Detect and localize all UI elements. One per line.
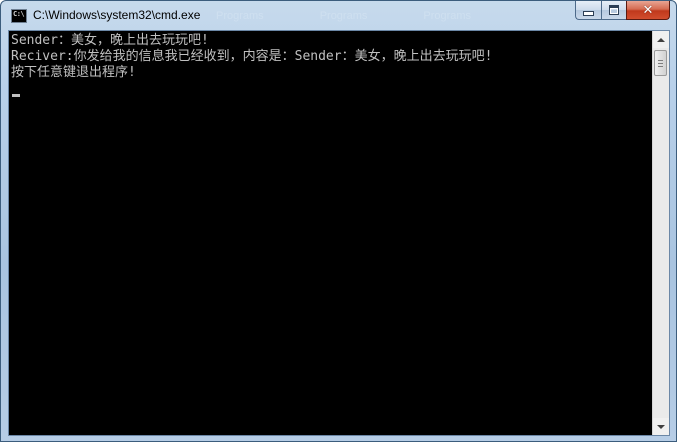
grip-line	[658, 60, 663, 61]
scroll-up-button[interactable]	[653, 31, 669, 48]
arrow-up-icon	[657, 37, 665, 42]
app-icon-prompt: C:\	[13, 10, 25, 18]
cmd-window: C:\ C:\Windows\system32\cmd.exe Programs…	[0, 0, 677, 442]
console-line-3: 按下任意键退出程序!	[11, 65, 136, 81]
background-window-ghost-text: Programs Programs Programs	[216, 10, 527, 22]
ghost-tab-1: Programs	[216, 10, 264, 22]
console-line-1: Sender：美女，晚上出去玩玩吧!	[11, 33, 209, 49]
ghost-tab-2: Programs	[319, 10, 368, 22]
title-bar[interactable]: C:\ C:\Windows\system32\cmd.exe Programs…	[1, 1, 676, 31]
text-cursor	[12, 94, 20, 97]
scrollbar-thumb[interactable]	[654, 50, 667, 76]
close-button[interactable]: ✕	[626, 1, 670, 20]
maximize-button[interactable]	[601, 1, 626, 20]
maximize-icon	[609, 5, 619, 15]
console-client-area[interactable]: Sender：美女，晚上出去玩玩吧! Reciver:你发给我的信息我已经收到，…	[8, 30, 670, 436]
grip-line	[658, 63, 663, 64]
console-output[interactable]: Sender：美女，晚上出去玩玩吧! Reciver:你发给我的信息我已经收到，…	[10, 32, 651, 434]
minimize-button[interactable]	[575, 1, 601, 20]
console-line-3-text: 按下任意键退出程序!	[11, 65, 136, 80]
minimize-icon	[583, 10, 594, 16]
console-line-2-text: Reciver:你发给我的信息我已经收到，内容是：Sender：美女，晚上出去玩…	[11, 49, 493, 64]
caption-buttons: ✕	[575, 1, 670, 21]
arrow-down-icon	[657, 424, 665, 429]
cmd-app-icon[interactable]: C:\	[11, 9, 27, 23]
vertical-scrollbar[interactable]	[652, 31, 669, 435]
scroll-down-button[interactable]	[653, 418, 669, 435]
console-line-2: Reciver:你发给我的信息我已经收到，内容是：Sender：美女，晚上出去玩…	[11, 49, 492, 65]
ghost-tab-3: Programs	[423, 10, 472, 22]
console-line-1-text: Sender：美女，晚上出去玩玩吧!	[11, 33, 209, 48]
window-title: C:\Windows\system32\cmd.exe	[33, 8, 201, 22]
close-icon: ✕	[642, 2, 654, 18]
grip-line	[658, 66, 663, 67]
